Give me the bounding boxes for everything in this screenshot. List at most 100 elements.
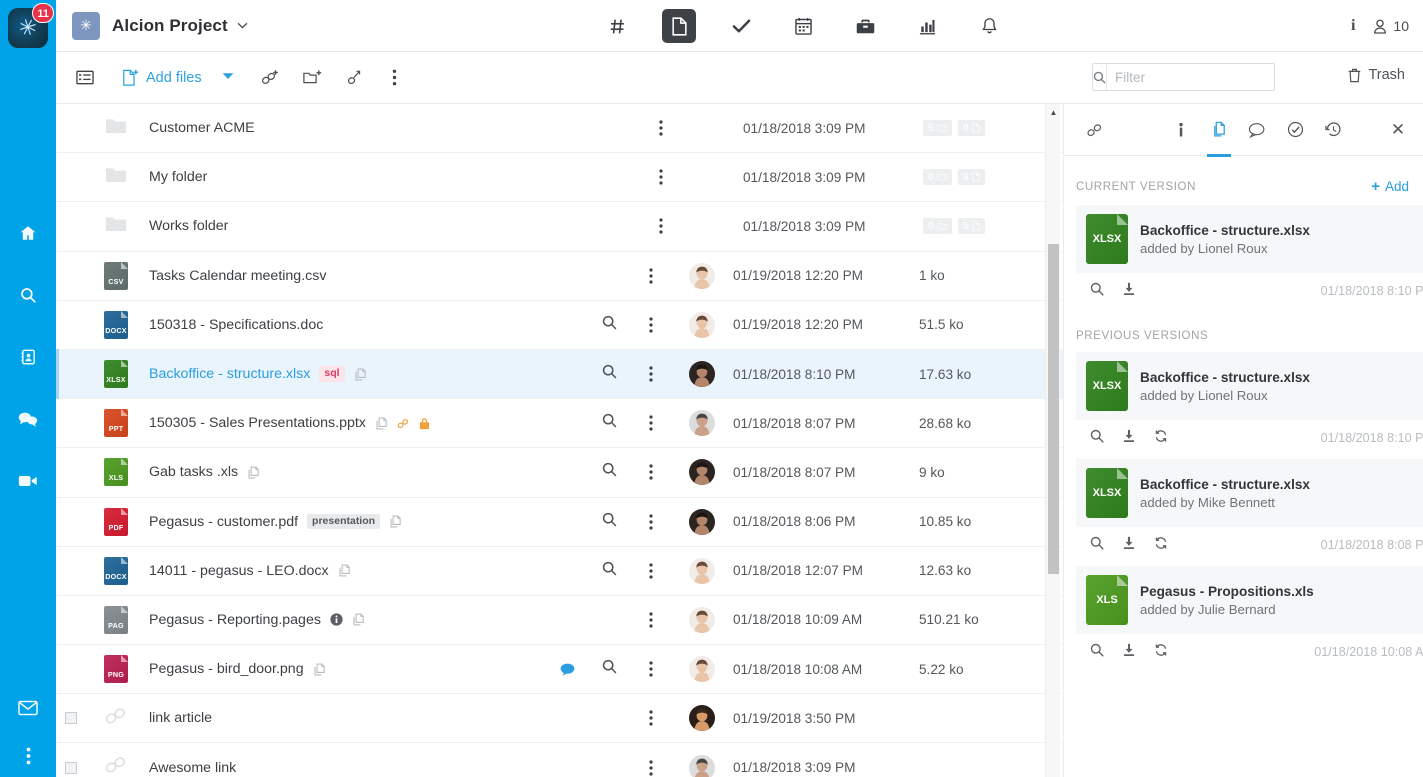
row-checkbox[interactable]: [65, 761, 77, 774]
row-menu-button[interactable]: [631, 710, 671, 726]
scroll-up-arrow-icon[interactable]: ▲: [1046, 104, 1061, 120]
home-icon[interactable]: [13, 218, 43, 248]
previous-version-card[interactable]: XLSX Backoffice - structure.xlsx added by …: [1076, 459, 1423, 566]
list-view-icon[interactable]: [70, 63, 100, 93]
add-folder-icon[interactable]: [298, 63, 328, 93]
table-row[interactable]: DOCX 14011 - pegasus - LEO.docx 01/18/2018…: [56, 547, 1063, 596]
row-menu-button[interactable]: [641, 218, 681, 235]
calendar-icon[interactable]: [786, 9, 820, 43]
table-row[interactable]: PNG Pegasus - bird_door.png 01/18/2018 10:…: [56, 645, 1063, 695]
tab-info[interactable]: [1162, 104, 1200, 156]
row-menu-button[interactable]: [631, 464, 671, 481]
lock-icon[interactable]: [419, 417, 430, 430]
copy-icon[interactable]: [389, 515, 402, 528]
row-menu-button[interactable]: [631, 366, 671, 382]
add-version-button[interactable]: + Add: [1371, 178, 1409, 195]
previous-version-card[interactable]: XLS Pegasus - Propositions.xls added by Ju…: [1076, 566, 1423, 673]
restore-icon[interactable]: [1154, 643, 1168, 657]
row-menu-button[interactable]: [631, 513, 671, 530]
search-input[interactable]: [1107, 64, 1300, 90]
more-vertical-icon[interactable]: [13, 741, 43, 771]
row-menu-button[interactable]: [641, 120, 681, 136]
restore-icon[interactable]: [1154, 536, 1168, 550]
tab-comments[interactable]: [1238, 104, 1276, 156]
download-icon[interactable]: [1122, 282, 1136, 296]
list-scrollbar[interactable]: ▲: [1045, 104, 1060, 777]
table-row[interactable]: Works folder 01/18/2018 3:09 PM 0 5: [56, 202, 1063, 252]
table-row[interactable]: My folder 01/18/2018 3:09 PM 0 3: [56, 153, 1063, 203]
row-menu-button[interactable]: [631, 563, 671, 579]
table-row[interactable]: XLS Gab tasks .xls 01/18/2018 8:07 PM 9 ko: [56, 448, 1063, 498]
copy-icon[interactable]: [313, 663, 326, 676]
preview-icon[interactable]: [602, 561, 617, 581]
table-row[interactable]: Awesome link 01/18/2018 3:09 PM: [56, 743, 1063, 777]
hash-icon[interactable]: [600, 9, 634, 43]
preview-icon[interactable]: [1090, 643, 1104, 657]
row-menu-button[interactable]: [631, 268, 671, 284]
link-icon[interactable]: [397, 418, 410, 429]
table-row[interactable]: Customer ACME 01/18/2018 3:09 PM 5 0: [56, 104, 1063, 154]
table-row[interactable]: PDF Pegasus - customer.pdf presentation 01/…: [56, 498, 1063, 547]
preview-icon[interactable]: [602, 413, 617, 433]
briefcase-icon[interactable]: [848, 9, 882, 43]
preview-icon[interactable]: [1090, 282, 1104, 296]
tab-links[interactable]: [1076, 104, 1114, 156]
trash-button[interactable]: Trash: [1348, 67, 1405, 83]
tab-approval[interactable]: [1276, 104, 1314, 156]
members-count[interactable]: 10: [1373, 18, 1409, 34]
row-menu-button[interactable]: [631, 612, 671, 628]
filter-field[interactable]: [1092, 63, 1300, 91]
info-icon[interactable]: [330, 613, 343, 627]
table-row[interactable]: link article 01/19/2018 3:50 PM: [56, 694, 1063, 744]
tab-history[interactable]: [1314, 104, 1352, 156]
add-shortcut-icon[interactable]: [340, 63, 370, 93]
copy-icon[interactable]: [338, 564, 351, 577]
download-icon[interactable]: [1122, 429, 1136, 443]
copy-icon[interactable]: [375, 417, 388, 430]
chat-icon[interactable]: [13, 404, 43, 434]
copy-icon[interactable]: [354, 368, 367, 381]
table-row[interactable]: XLSX Backoffice - structure.xlsx sql 01/18/…: [56, 348, 1063, 400]
project-chevron-down-icon[interactable]: [237, 20, 248, 32]
preview-icon[interactable]: [602, 315, 617, 335]
chart-icon[interactable]: [910, 9, 944, 43]
contacts-icon[interactable]: [13, 342, 43, 372]
info-icon[interactable]: i: [1351, 17, 1355, 35]
preview-icon[interactable]: [1090, 536, 1104, 550]
document-icon[interactable]: [662, 9, 696, 43]
row-menu-button[interactable]: [631, 317, 671, 333]
table-row[interactable]: PAG Pegasus - Reporting.pages 01/18/2018 1…: [56, 596, 1063, 646]
row-menu-button[interactable]: [631, 415, 671, 431]
comment-icon[interactable]: [560, 663, 575, 676]
row-menu-button[interactable]: [641, 169, 681, 185]
tab-versions[interactable]: [1200, 104, 1238, 157]
add-files-button[interactable]: Add files: [122, 68, 202, 87]
search-icon[interactable]: [13, 280, 43, 310]
copy-icon[interactable]: [247, 466, 260, 479]
previous-version-card[interactable]: XLSX Backoffice - structure.xlsx added by …: [1076, 352, 1423, 459]
download-icon[interactable]: [1122, 643, 1136, 657]
current-version-card[interactable]: XLSX Backoffice - structure.xlsx added by …: [1076, 205, 1423, 312]
add-files-chevron-down-icon[interactable]: [222, 72, 234, 83]
table-row[interactable]: PPT 150305 - Sales Presentations.pptx 01/1…: [56, 399, 1063, 449]
check-icon[interactable]: [724, 9, 758, 43]
preview-icon[interactable]: [602, 364, 617, 384]
copy-icon[interactable]: [352, 613, 365, 626]
row-menu-button[interactable]: [631, 759, 671, 776]
preview-icon[interactable]: [602, 659, 617, 679]
preview-icon[interactable]: [602, 462, 617, 482]
table-row[interactable]: DOCX 150318 - Specifications.doc 01/19/201…: [56, 301, 1063, 350]
preview-icon[interactable]: [1090, 429, 1104, 443]
row-checkbox[interactable]: [65, 712, 77, 725]
mail-icon[interactable]: [13, 693, 43, 723]
video-icon[interactable]: [13, 466, 43, 496]
app-logo[interactable]: ✳ 11: [8, 3, 54, 48]
preview-icon[interactable]: [602, 512, 617, 532]
download-icon[interactable]: [1122, 536, 1136, 550]
toolbar-more-icon[interactable]: [380, 63, 410, 93]
add-link-icon[interactable]: [256, 63, 286, 93]
row-menu-button[interactable]: [631, 661, 671, 677]
restore-icon[interactable]: [1154, 429, 1168, 443]
scrollbar-thumb[interactable]: [1048, 244, 1059, 574]
close-panel-button[interactable]: ✕: [1379, 104, 1417, 156]
